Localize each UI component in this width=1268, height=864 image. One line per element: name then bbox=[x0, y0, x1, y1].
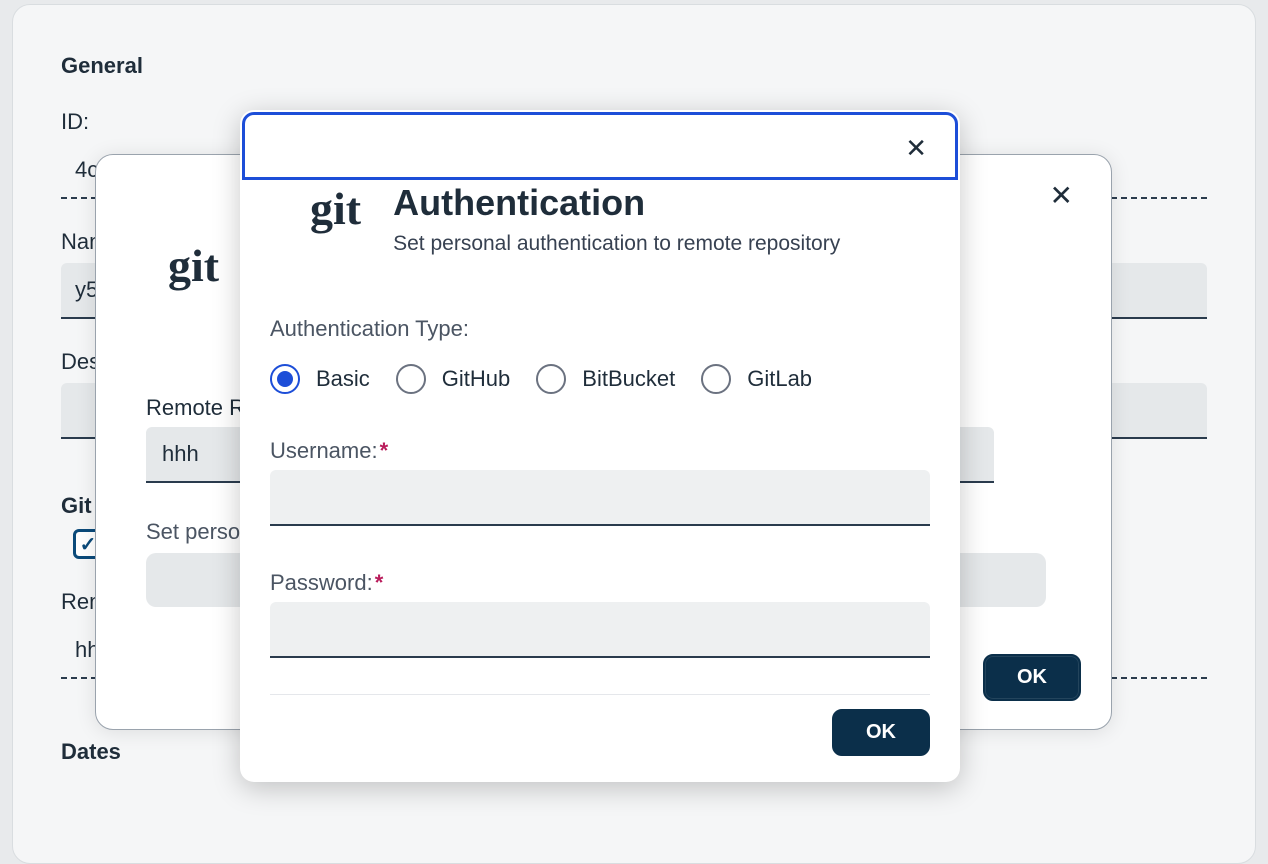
password-input[interactable] bbox=[270, 602, 930, 658]
git-logo-icon: git bbox=[168, 239, 219, 292]
check-icon: ✓ bbox=[80, 532, 97, 557]
radio-github[interactable] bbox=[396, 364, 426, 394]
close-icon[interactable]: ✕ bbox=[1050, 179, 1073, 212]
radio-basic-label: Basic bbox=[316, 366, 370, 392]
password-label: Password:* bbox=[270, 570, 930, 596]
radio-gitlab[interactable] bbox=[701, 364, 731, 394]
username-label-text: Username: bbox=[270, 438, 378, 463]
radio-github-label: GitHub bbox=[442, 366, 510, 392]
dialog-titlebar: ✕ bbox=[242, 112, 958, 180]
dialog-subtitle: Set personal authentication to remote re… bbox=[393, 232, 840, 256]
auth-type-label: Authentication Type: bbox=[270, 316, 930, 342]
radio-basic[interactable] bbox=[270, 364, 300, 394]
dialog-title: Authentication bbox=[393, 182, 840, 224]
section-general: General bbox=[13, 25, 1255, 79]
close-icon[interactable]: ✕ bbox=[905, 133, 927, 164]
dialog-header: git Authentication Set personal authenti… bbox=[270, 182, 930, 256]
radio-bitbucket-label: BitBucket bbox=[582, 366, 675, 392]
title-block: Authentication Set personal authenticati… bbox=[393, 182, 840, 256]
username-input[interactable] bbox=[270, 470, 930, 526]
authentication-dialog: ✕ git Authentication Set personal authen… bbox=[240, 110, 960, 782]
username-label: Username:* bbox=[270, 438, 930, 464]
required-icon: * bbox=[380, 438, 389, 463]
ok-button[interactable]: OK bbox=[832, 709, 930, 756]
password-label-text: Password: bbox=[270, 570, 373, 595]
required-icon: * bbox=[375, 570, 384, 595]
dialog-footer: OK bbox=[270, 694, 930, 756]
git-logo-icon: git bbox=[270, 182, 361, 235]
dialog-body: git Authentication Set personal authenti… bbox=[240, 182, 960, 782]
ok-button[interactable]: OK bbox=[983, 654, 1081, 701]
radio-gitlab-label: GitLab bbox=[747, 366, 812, 392]
auth-type-radios: Basic GitHub BitBucket GitLab bbox=[270, 364, 930, 394]
radio-bitbucket[interactable] bbox=[536, 364, 566, 394]
